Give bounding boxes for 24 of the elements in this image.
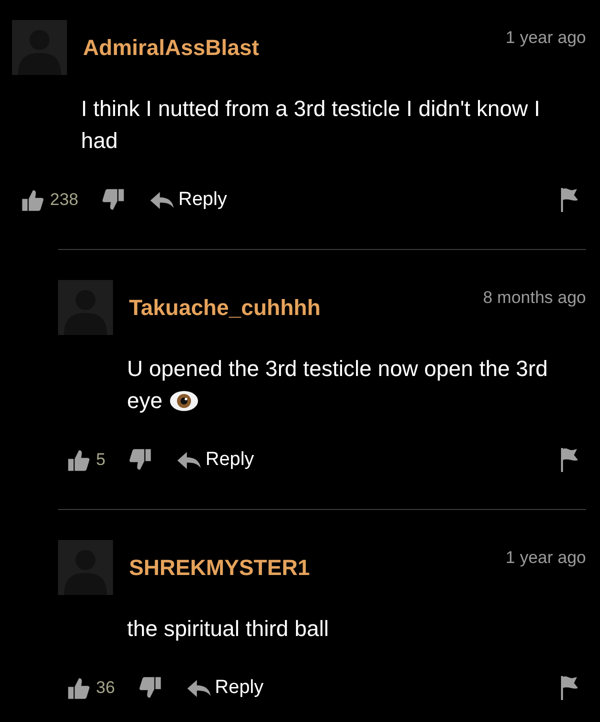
- reply-button[interactable]: Reply: [177, 446, 254, 474]
- reply-icon: [186, 679, 211, 697]
- comment-text: I think I nutted from a 3rd testicle I didn't know I had: [81, 96, 540, 153]
- timestamp: 8 months ago: [482, 289, 586, 306]
- reply-button[interactable]: Reply: [150, 186, 227, 214]
- avatar-icon: [58, 280, 113, 335]
- like-count: 5: [96, 449, 106, 472]
- avatar-icon: [12, 20, 67, 75]
- flag-icon[interactable]: [558, 187, 580, 213]
- username[interactable]: AdmiralAssBlast: [83, 36, 490, 58]
- like-count: 238: [50, 189, 78, 212]
- comment-text: U opened the 3rd testicle now open the 3rd eye: [127, 356, 548, 413]
- reply-button[interactable]: Reply: [186, 674, 264, 702]
- timestamp: 1 year ago: [506, 549, 586, 566]
- username[interactable]: Takuache_cuhhhh: [129, 296, 467, 318]
- username[interactable]: SHREKMYSTER1: [129, 556, 490, 578]
- comment-text: the spiritual third ball: [127, 616, 329, 641]
- like-count: 36: [96, 677, 115, 700]
- reply-icon: [150, 191, 174, 209]
- flag-icon[interactable]: [558, 675, 580, 701]
- reply-icon: [177, 451, 202, 469]
- avatar-icon: [58, 540, 113, 595]
- timestamp: 1 year ago: [506, 29, 586, 46]
- flag-icon[interactable]: [558, 447, 580, 473]
